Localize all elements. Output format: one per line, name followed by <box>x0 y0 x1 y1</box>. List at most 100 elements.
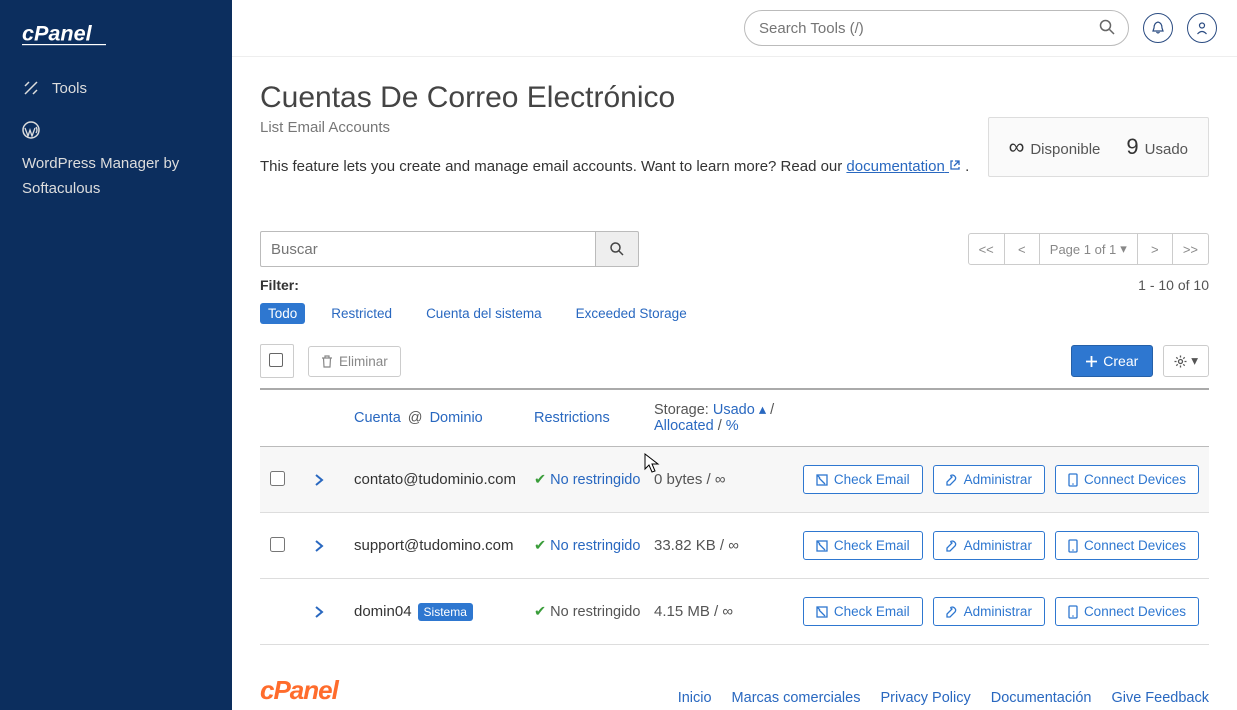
restriction-text[interactable]: ✔No restringido <box>534 472 640 488</box>
list-toolbar: << < Page 1 of 1▾ > >> <box>260 231 1209 267</box>
table-row: support@tudomino.com ✔No restringido 33.82… <box>260 513 1209 579</box>
topbar <box>232 0 1237 57</box>
footer-link[interactable]: Privacy Policy <box>880 690 970 706</box>
storage-text: 0 bytes / ∞ <box>654 471 726 488</box>
caret-down-icon: ▾ <box>1191 353 1198 369</box>
restriction-text[interactable]: ✔No restringido <box>534 538 640 554</box>
search-accounts-input[interactable] <box>260 231 595 267</box>
header-storage: Storage: Usado ▴ / Allocated / % <box>654 402 821 434</box>
sort-used[interactable]: Usado ▴ <box>713 402 766 418</box>
table-header: Cuenta @ Dominio Restrictions Storage: U… <box>260 390 1209 446</box>
manage-icon <box>946 540 958 552</box>
check-icon: ✔ <box>534 604 546 620</box>
select-all-checkbox[interactable] <box>260 344 294 378</box>
expand-icon[interactable] <box>314 540 354 552</box>
svg-text:cPanel: cPanel <box>22 20 93 45</box>
cpanel-footer-logo: cPanel <box>260 675 338 706</box>
page-first[interactable]: << <box>968 233 1005 265</box>
manage-icon <box>946 606 958 618</box>
user-icon <box>1195 21 1209 35</box>
manage-button[interactable]: Administrar <box>933 531 1045 560</box>
search-tools-input[interactable] <box>744 10 1129 46</box>
cpanel-logo[interactable]: cPanel <box>0 15 232 68</box>
connect-devices-button[interactable]: Connect Devices <box>1055 597 1199 626</box>
check-email-button[interactable]: Check Email <box>803 531 923 560</box>
restriction-text: ✔No restringido <box>534 604 640 620</box>
check-icon <box>816 606 828 618</box>
settings-button[interactable]: ▾ <box>1163 345 1209 377</box>
caret-down-icon: ▾ <box>1120 241 1127 257</box>
check-email-button[interactable]: Check Email <box>803 597 923 626</box>
page-next[interactable]: > <box>1137 233 1173 265</box>
bell-icon <box>1151 21 1165 35</box>
system-badge: Sistema <box>418 603 473 621</box>
filter-all[interactable]: Todo <box>260 303 305 324</box>
stats-box: ∞ Disponible 9 Usado <box>988 117 1209 177</box>
page-prev[interactable]: < <box>1004 233 1040 265</box>
sidebar-wp-label: WordPress Manager by Softaculous <box>22 151 210 202</box>
trash-icon <box>321 355 333 368</box>
sort-account[interactable]: Cuenta <box>354 410 401 426</box>
create-button[interactable]: Crear <box>1071 345 1153 377</box>
storage-text: 33.82 KB / ∞ <box>654 537 739 554</box>
check-icon <box>816 474 828 486</box>
sort-restrictions[interactable]: Restrictions <box>534 410 610 426</box>
check-icon: ✔ <box>534 472 546 488</box>
connect-devices-button[interactable]: Connect Devices <box>1055 531 1199 560</box>
search-button[interactable] <box>595 231 639 267</box>
filter-row: Filter: 1 - 10 of 10 <box>260 277 1209 293</box>
expand-icon[interactable] <box>314 474 354 486</box>
gear-icon <box>1174 355 1187 368</box>
stat-used: 9 Usado <box>1126 134 1188 160</box>
footer-link[interactable]: Documentación <box>991 690 1092 706</box>
filter-label: Filter: <box>260 277 299 293</box>
filter-restricted[interactable]: Restricted <box>323 303 400 324</box>
notifications-button[interactable] <box>1143 13 1173 43</box>
sort-allocated[interactable]: Allocated <box>654 418 714 434</box>
filter-exceeded[interactable]: Exceeded Storage <box>568 303 695 324</box>
manage-icon <box>946 474 958 486</box>
page-description: This feature lets you create and manage … <box>260 158 980 175</box>
footer-link[interactable]: Marcas comerciales <box>732 690 861 706</box>
row-checkbox[interactable] <box>270 471 285 486</box>
search-group <box>260 231 639 267</box>
search-icon[interactable] <box>1099 19 1115 35</box>
sidebar-item-wordpress[interactable]: WordPress Manager by Softaculous <box>0 109 232 214</box>
content: Cuentas De Correo Electrónico List Email… <box>232 57 1237 710</box>
account-email: domin04 <box>354 603 412 620</box>
main: Cuentas De Correo Electrónico List Email… <box>232 0 1237 710</box>
footer-link[interactable]: Inicio <box>678 690 712 706</box>
page-last[interactable]: >> <box>1172 233 1209 265</box>
connect-icon <box>1068 539 1078 553</box>
row-checkbox[interactable] <box>270 537 285 552</box>
connect-icon <box>1068 605 1078 619</box>
manage-button[interactable]: Administrar <box>933 597 1045 626</box>
documentation-link[interactable]: documentation <box>846 158 961 175</box>
footer-links: Inicio Marcas comerciales Privacy Policy Do… <box>678 690 1209 706</box>
manage-button[interactable]: Administrar <box>933 465 1045 494</box>
account-email: contato@tudominio.com <box>354 471 516 488</box>
check-icon <box>816 540 828 552</box>
account-email: support@tudomino.com <box>354 537 513 554</box>
check-email-button[interactable]: Check Email <box>803 465 923 494</box>
search-tools <box>744 10 1129 46</box>
delete-button[interactable]: Eliminar <box>308 346 401 377</box>
connect-icon <box>1068 473 1078 487</box>
sidebar-tools-label: Tools <box>52 80 87 97</box>
connect-devices-button[interactable]: Connect Devices <box>1055 465 1199 494</box>
sort-percent[interactable]: % <box>726 418 739 434</box>
accounts-table: Cuenta @ Dominio Restrictions Storage: U… <box>260 390 1209 645</box>
wordpress-icon <box>22 121 40 139</box>
table-row: contato@tudominio.com ✔No restringido 0 by… <box>260 447 1209 513</box>
sort-domain[interactable]: Dominio <box>430 410 483 426</box>
external-link-icon <box>949 158 961 175</box>
footer-link[interactable]: Give Feedback <box>1111 690 1209 706</box>
account-button[interactable] <box>1187 13 1217 43</box>
filter-system[interactable]: Cuenta del sistema <box>418 303 550 324</box>
expand-icon[interactable] <box>314 606 354 618</box>
storage-text: 4.15 MB / ∞ <box>654 603 733 620</box>
tools-icon <box>22 80 40 96</box>
page-label[interactable]: Page 1 of 1▾ <box>1039 233 1138 265</box>
sidebar-item-tools[interactable]: Tools <box>0 68 232 109</box>
search-icon <box>610 242 624 256</box>
